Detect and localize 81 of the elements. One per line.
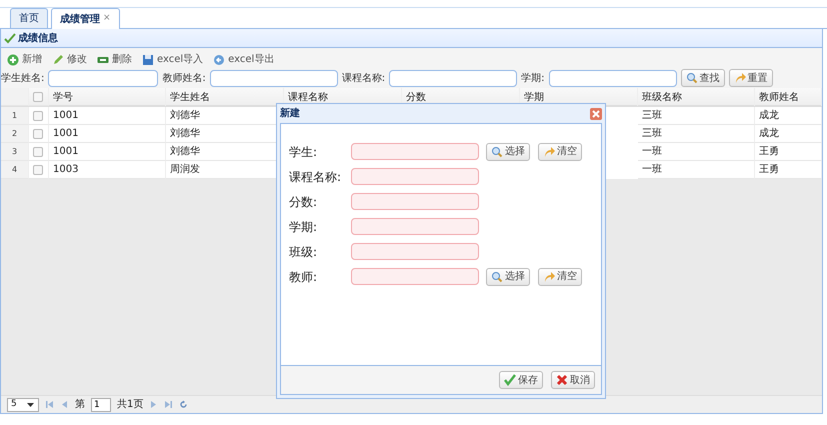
table-cell: 一班 — [638, 143, 755, 161]
field-label: 学生姓名: — [1, 72, 44, 86]
search-icon — [491, 270, 503, 282]
select-button[interactable]: 选择 — [486, 268, 530, 286]
clear-button[interactable]: 清空 — [538, 142, 582, 160]
field-label: 课程名称: — [342, 72, 386, 86]
field-label: 班级: — [289, 244, 318, 260]
first-page-icon[interactable] — [45, 400, 54, 409]
table-cell: 三班 — [638, 107, 755, 125]
toolbar-button[interactable]: 新增 — [7, 52, 42, 67]
page-label: 第 — [75, 398, 85, 412]
plus-icon — [7, 54, 19, 66]
previous-page-icon[interactable] — [60, 400, 69, 409]
toolbar-button[interactable]: excel导入 — [142, 52, 204, 67]
close-icon[interactable] — [590, 108, 602, 120]
clear-button[interactable]: 清空 — [538, 268, 582, 286]
field-label: 学期: — [521, 72, 544, 86]
search-bar-button[interactable]: 重置 — [728, 69, 772, 87]
row-checkbox[interactable] — [33, 146, 43, 156]
search-field[interactable] — [48, 70, 158, 86]
table-cell: 1001 — [49, 107, 166, 125]
curved-arrow-icon — [734, 72, 746, 84]
check-icon — [504, 374, 516, 386]
input-field[interactable] — [351, 193, 479, 210]
dialog-button[interactable]: 取消 — [551, 371, 595, 389]
search-field[interactable] — [389, 70, 518, 86]
caret-icon[interactable] — [26, 400, 35, 409]
search-icon — [491, 146, 503, 158]
header-checkbox[interactable] — [33, 92, 43, 102]
search-bar-button[interactable]: 查找 — [680, 69, 724, 87]
table-cell: 1001 — [49, 143, 166, 161]
input-field[interactable] — [351, 143, 479, 160]
input-field[interactable] — [351, 218, 479, 235]
row-checkbox[interactable] — [33, 164, 43, 174]
row-number: 4 — [1, 161, 29, 179]
close-icon — [556, 374, 568, 386]
table-cell: 成龙 — [755, 107, 822, 125]
page-size-select[interactable]: 5 — [7, 398, 39, 412]
input-field[interactable] — [351, 268, 479, 285]
field-label: 教师姓名: — [162, 72, 206, 86]
arrow-circle-icon — [213, 54, 226, 66]
field-label: 学期: — [289, 218, 318, 236]
next-page-icon[interactable] — [149, 400, 158, 409]
row-number: 2 — [1, 125, 29, 143]
toolbar-button[interactable]: excel导出 — [213, 52, 274, 67]
input-field[interactable] — [351, 168, 479, 185]
page-field[interactable]: 1 — [91, 398, 111, 412]
close-icon[interactable]: × — [103, 12, 111, 26]
row-number: 1 — [1, 107, 29, 125]
tab[interactable]: 首页 — [10, 8, 48, 28]
field-label: 学生: — [289, 144, 318, 160]
table-cell: 王勇 — [755, 161, 822, 179]
table-cell: 1001 — [49, 125, 166, 143]
search-field[interactable] — [210, 70, 338, 86]
pencil-icon — [52, 54, 64, 66]
select-button[interactable]: 选择 — [486, 142, 530, 160]
last-page-icon[interactable] — [164, 400, 174, 409]
row-checkbox[interactable] — [33, 128, 43, 138]
table-cell: 三班 — [638, 125, 755, 143]
table-cell: 一班 — [638, 161, 755, 179]
panel-title: 成绩信息 — [18, 32, 58, 46]
dialog-button[interactable]: 保存 — [499, 371, 543, 389]
check-icon — [4, 32, 16, 44]
field-label: 教师: — [289, 268, 318, 286]
input-field[interactable] — [351, 243, 479, 260]
curved-arrow-icon — [543, 270, 555, 282]
toolbar-button[interactable]: 删除 — [97, 52, 132, 67]
table-cell: 1003 — [49, 161, 166, 179]
search-icon — [686, 72, 698, 84]
page-total: 共1页 — [117, 398, 144, 412]
toolbar-button[interactable]: 修改 — [52, 52, 87, 67]
row-number: 3 — [1, 143, 29, 161]
refresh-icon[interactable] — [179, 400, 188, 409]
search-field[interactable] — [548, 70, 676, 86]
field-label: 课程名称: — [289, 168, 342, 186]
field-label: 分数: — [289, 194, 318, 210]
row-checkbox[interactable] — [33, 110, 43, 120]
table-cell: 成龙 — [755, 125, 822, 143]
curved-arrow-icon — [543, 146, 555, 158]
table-cell: 王勇 — [755, 143, 822, 161]
tab[interactable]: 成绩管理 × — [51, 8, 120, 29]
